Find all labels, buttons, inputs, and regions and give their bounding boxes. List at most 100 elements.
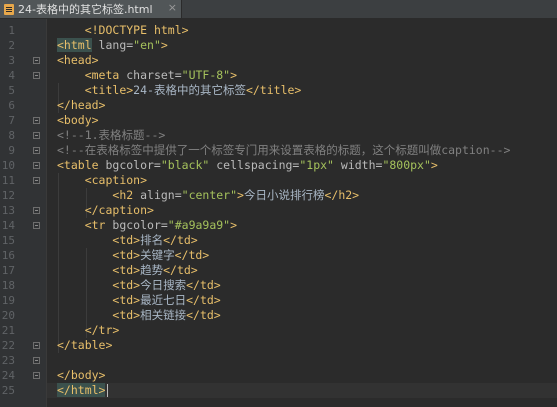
- tag-bracket: >: [230, 218, 238, 232]
- code-line: <title>24-表格中的其它标签</title>: [57, 83, 302, 98]
- attribute-name: cellspacing=: [209, 158, 300, 172]
- attribute-value: "center": [181, 188, 238, 202]
- code-line: <tr bgcolor="#a9a9a9">: [57, 218, 237, 233]
- code-line: <meta charset="UTF-8">: [57, 68, 237, 83]
- line-number: 17: [1, 264, 15, 277]
- line-number: 5: [8, 84, 15, 97]
- td-open-tag: <td>: [112, 263, 141, 277]
- line-number: 7: [8, 114, 15, 127]
- fold-marker-icon[interactable]: [33, 147, 40, 154]
- line-number: 24: [1, 369, 15, 382]
- line-number: 15: [1, 234, 15, 247]
- line-number: 12: [1, 189, 15, 202]
- fold-marker-icon[interactable]: [33, 117, 40, 124]
- tab-title: 24-表格中的其它标签.html: [18, 3, 153, 16]
- attribute-value: "black": [160, 158, 210, 172]
- line-number: 9: [8, 144, 15, 157]
- attribute-name: lang=: [91, 38, 134, 52]
- fold-marker-icon[interactable]: [33, 357, 40, 364]
- code-line: <caption>: [57, 173, 147, 188]
- tr-close-tag: </tr>: [84, 323, 120, 337]
- code-line: <td>今日搜索</td>: [57, 278, 220, 293]
- tag-bracket: >: [160, 38, 168, 52]
- line-number: 22: [1, 339, 15, 352]
- fold-marker-icon[interactable]: [33, 72, 40, 79]
- attribute-value: "UTF-8": [181, 68, 231, 82]
- fold-marker-icon[interactable]: [33, 222, 40, 229]
- code-line: <!DOCTYPE html>: [57, 23, 189, 38]
- code-line: <td>关键字</td>: [57, 248, 209, 263]
- current-line-highlight: [47, 383, 557, 398]
- td-text: 最近七日: [140, 293, 187, 307]
- td-open-tag: <td>: [112, 293, 141, 307]
- line-number: 16: [1, 249, 15, 262]
- code-comment: <!--1.表格标题-->: [57, 128, 166, 142]
- attribute-name: charset=: [119, 68, 182, 82]
- close-icon[interactable]: ×: [168, 1, 177, 14]
- meta-tag: <meta: [84, 68, 120, 82]
- code-line: <td>排名</td>: [57, 233, 198, 248]
- h2-close-tag: </h2>: [324, 188, 360, 202]
- code-line: <td>趋势</td>: [57, 263, 197, 278]
- tag-bracket: >: [237, 188, 244, 202]
- table-open-tag: <table: [57, 158, 99, 172]
- td-open-tag: <td>: [112, 233, 141, 247]
- line-number: 3: [8, 54, 15, 67]
- title-open-tag: <title>: [84, 83, 134, 97]
- tag-bracket: >: [98, 383, 106, 397]
- line-number: 8: [8, 129, 15, 142]
- code-line: <td>最近七日</td>: [57, 293, 220, 308]
- title-text: 24-表格中的其它标签: [133, 83, 246, 97]
- fold-marker-icon[interactable]: [33, 177, 40, 184]
- line-number: 20: [1, 309, 15, 322]
- td-text: 排名: [140, 233, 164, 247]
- tr-open-tag: <tr: [84, 218, 106, 232]
- tag-bracket: >: [230, 68, 238, 82]
- line-number: 21: [1, 324, 15, 337]
- line-number: 14: [1, 219, 15, 232]
- td-text: 趋势: [140, 263, 164, 277]
- td-open-tag: <td>: [112, 248, 141, 262]
- text-cursor: [107, 384, 108, 397]
- doctype-declaration: <!DOCTYPE html>: [84, 23, 189, 37]
- title-close-tag: </title>: [245, 83, 302, 97]
- td-text: 相关链接: [140, 308, 187, 322]
- attribute-name: align=: [133, 188, 182, 202]
- h2-text: 今日小说排行榜: [243, 188, 325, 202]
- html-file-icon: [4, 3, 14, 15]
- attribute-value: "800px": [382, 158, 431, 172]
- attribute-value: "en": [133, 38, 161, 52]
- code-line: </head>: [57, 98, 105, 113]
- fold-marker-icon[interactable]: [33, 57, 40, 64]
- line-number: 13: [1, 204, 15, 217]
- line-number: 19: [1, 294, 15, 307]
- td-close-tag: </td>: [186, 308, 221, 322]
- html-close-tag: </html: [57, 383, 99, 397]
- td-close-tag: </td>: [163, 233, 198, 247]
- fold-marker-icon[interactable]: [33, 372, 40, 379]
- td-text: 关键字: [140, 248, 175, 262]
- line-number: 18: [1, 279, 15, 292]
- fold-marker-icon[interactable]: [33, 207, 40, 214]
- code-line: </tr>: [57, 323, 120, 338]
- code-editor[interactable]: 1 2 3 4 5 6 7 8 9 10 11 12 13 14 15 16 1…: [0, 19, 557, 407]
- code-line: <head>: [57, 53, 99, 68]
- html-open-tag: <html: [57, 38, 92, 52]
- editor-tab-bar: 24-表格中的其它标签.html ×: [0, 0, 557, 19]
- line-number: 6: [8, 99, 15, 112]
- h2-open-tag: <h2: [112, 188, 134, 202]
- fold-marker-icon[interactable]: [33, 132, 40, 139]
- code-line: <body>: [57, 113, 99, 128]
- code-line: <!--1.表格标题-->: [57, 128, 165, 143]
- attribute-value: "1px": [299, 158, 334, 172]
- fold-marker-icon[interactable]: [33, 162, 40, 169]
- td-open-tag: <td>: [112, 308, 141, 322]
- tab-active-file[interactable]: 24-表格中的其它标签.html ×: [0, 0, 182, 18]
- line-number: 2: [8, 39, 15, 52]
- fold-marker-icon[interactable]: [33, 342, 40, 349]
- attribute-name: bgcolor=: [98, 158, 161, 172]
- table-close-tag: </table>: [57, 338, 113, 352]
- caption-open-tag: <caption>: [84, 173, 148, 187]
- line-number: 11: [1, 174, 15, 187]
- head-close-tag: </head>: [57, 98, 106, 112]
